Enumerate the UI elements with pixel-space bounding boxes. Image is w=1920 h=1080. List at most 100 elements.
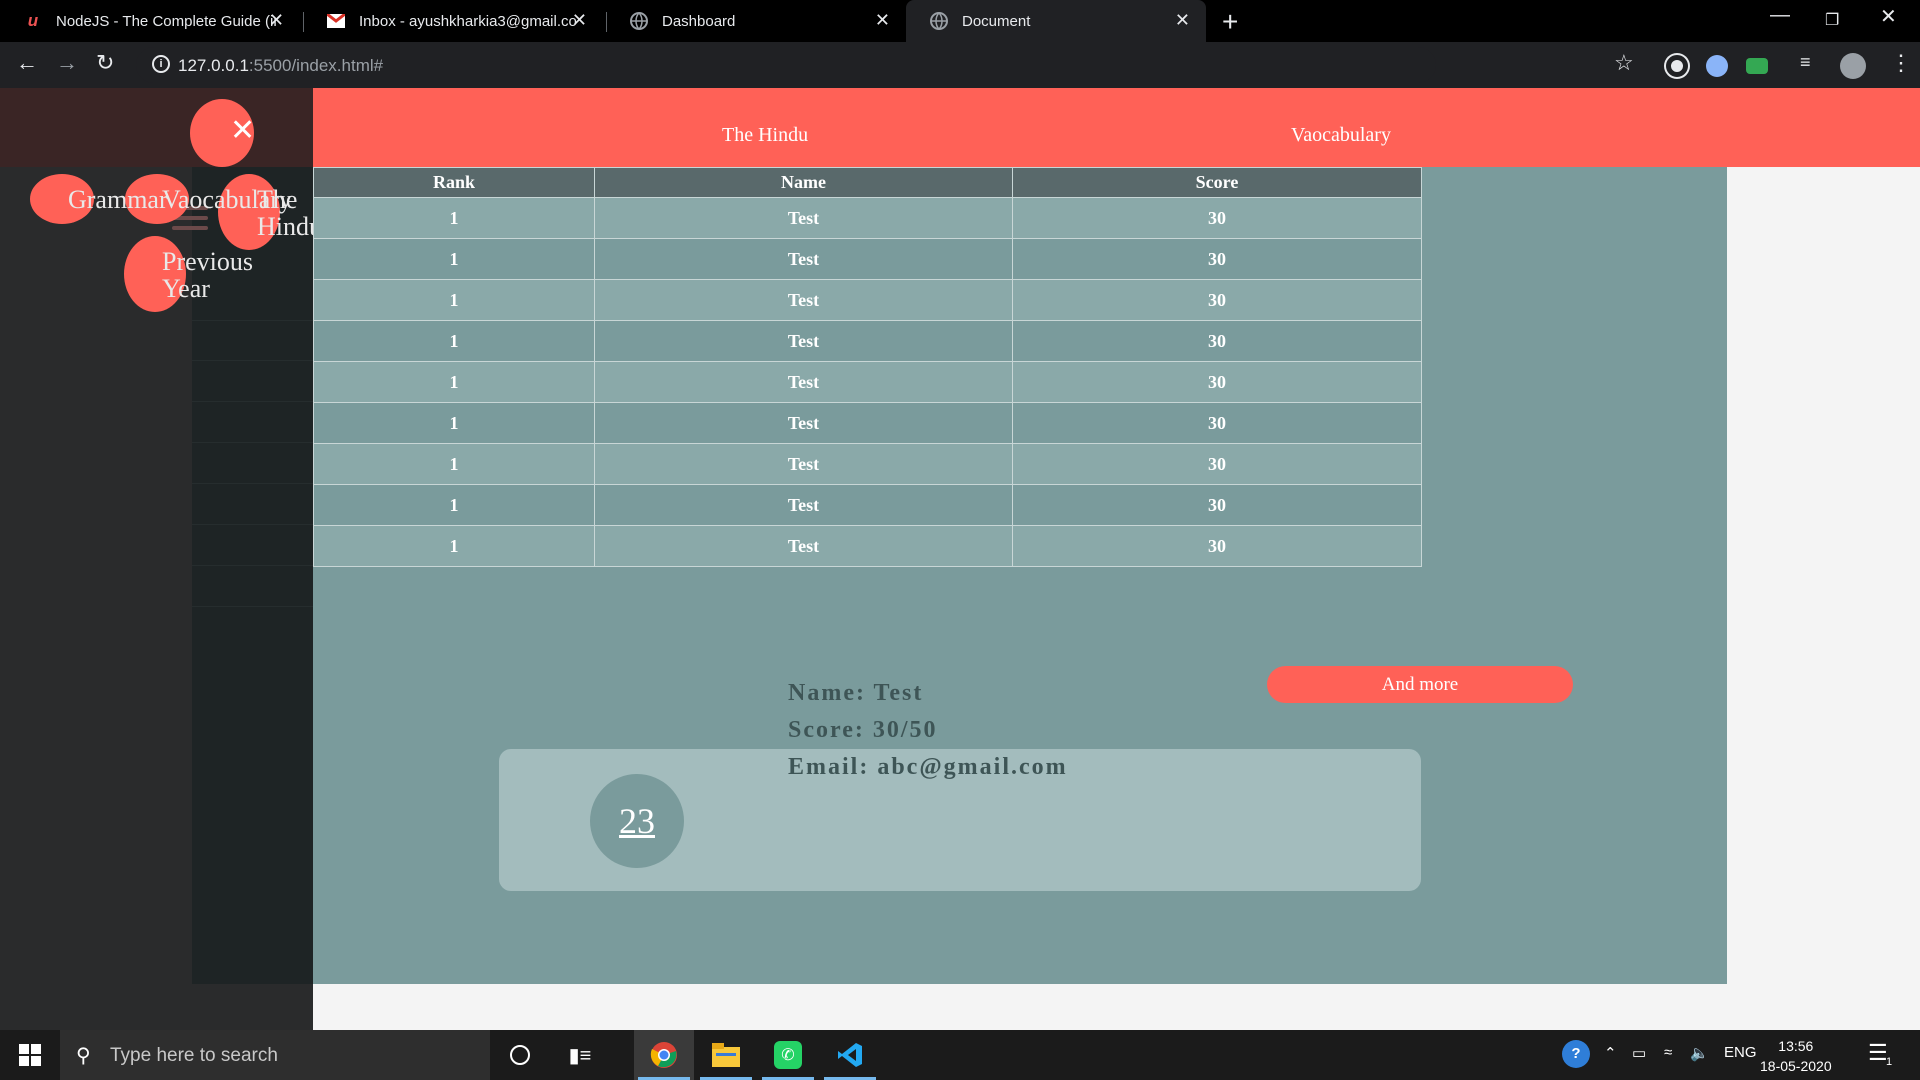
tray-chevron-icon[interactable]: ⌃ xyxy=(1604,1044,1617,1062)
score-cell: 30 xyxy=(1012,197,1422,239)
nav-link-the-hindu[interactable]: The Hindu xyxy=(722,124,808,147)
tab-title: NodeJS - The Complete Guide (in xyxy=(56,12,276,30)
rank-cell: 1 xyxy=(313,361,595,403)
rank-cell: 1 xyxy=(313,402,595,444)
language-indicator[interactable]: ENG xyxy=(1724,1044,1757,1061)
menu-item-grammar[interactable]: Grammar xyxy=(68,186,168,213)
minimize-icon[interactable]: — xyxy=(1770,4,1790,27)
name-cell: Test xyxy=(594,197,1013,239)
and-more-button[interactable]: And more xyxy=(1267,666,1573,703)
sidebar-header xyxy=(0,88,313,167)
extension-icon[interactable] xyxy=(1706,55,1728,77)
back-icon[interactable]: ← xyxy=(16,50,38,76)
windows-start-icon[interactable] xyxy=(0,1030,60,1080)
restore-icon[interactable]: ❐ xyxy=(1825,10,1839,30)
score-cell: 30 xyxy=(1012,443,1422,485)
window-close-icon[interactable]: ✕ xyxy=(1880,4,1897,29)
table-row: 1 Test 30 xyxy=(313,361,1422,403)
name-cell: Test xyxy=(594,402,1013,444)
clock-time: 13:56 xyxy=(1778,1038,1814,1054)
nav-link-vocabulary[interactable]: Vaocabulary xyxy=(1291,124,1391,147)
table-row: 1 Test 30 xyxy=(313,320,1422,362)
profile-avatar[interactable] xyxy=(1840,53,1866,79)
rank-cell: 1 xyxy=(313,443,595,485)
name-cell: Test xyxy=(594,279,1013,321)
header-name: Name xyxy=(594,167,1013,198)
name-cell: Test xyxy=(594,484,1013,526)
taskbar-search-box[interactable]: ⚲ Type here to search xyxy=(60,1030,490,1080)
rank-cell: 1 xyxy=(313,279,595,321)
forward-icon[interactable]: → xyxy=(56,50,78,76)
reload-icon[interactable]: ↻ xyxy=(96,50,114,76)
new-tab-icon[interactable]: + xyxy=(1222,6,1238,38)
wifi-icon[interactable]: ≈ xyxy=(1664,1044,1672,1061)
rank-cell: 1 xyxy=(313,197,595,239)
whatsapp-icon[interactable]: ✆ xyxy=(758,1030,818,1080)
tab-title: Document xyxy=(962,12,1031,30)
score-cell: 30 xyxy=(1012,484,1422,526)
media-control-icon[interactable]: ≡ xyxy=(1800,52,1822,74)
menu-item-the-hindu-line1[interactable]: The xyxy=(257,186,297,213)
chrome-taskbar-icon[interactable] xyxy=(634,1030,694,1080)
name-cell: Test xyxy=(594,443,1013,485)
udemy-icon: u xyxy=(27,11,39,30)
help-icon[interactable]: ? xyxy=(1562,1040,1590,1068)
url-text[interactable]: 127.0.0.1:5500/index.html# xyxy=(178,56,383,76)
clock-date: 18-05-2020 xyxy=(1760,1058,1832,1074)
tab-gmail[interactable]: Inbox - ayushkharkia3@gmail.co ✕ xyxy=(303,0,603,42)
rank-cell: 1 xyxy=(313,238,595,280)
tab-dashboard[interactable]: Dashboard ✕ xyxy=(606,0,906,42)
tab-document[interactable]: Document ✕ xyxy=(906,0,1206,42)
table-row: 1 Test 30 xyxy=(313,484,1422,526)
menu-kebab-icon[interactable]: ⋮ xyxy=(1890,50,1912,75)
score-cell: 30 xyxy=(1012,525,1422,567)
close-tab-icon[interactable]: ✕ xyxy=(1175,10,1190,31)
close-icon[interactable]: ✕ xyxy=(230,116,255,146)
header-rank: Rank xyxy=(313,167,595,198)
battery-icon[interactable]: ▭ xyxy=(1632,1044,1646,1062)
close-tab-icon[interactable]: ✕ xyxy=(269,10,284,31)
search-icon: ⚲ xyxy=(76,1045,91,1067)
top-navbar: The Hindu Vaocabulary xyxy=(313,88,1920,167)
profile-score: Score: 30/50 xyxy=(788,717,938,743)
name-cell: Test xyxy=(594,238,1013,280)
clock[interactable]: 13:56 18-05-2020 xyxy=(1760,1036,1832,1076)
table-header-row: Rank Name Score xyxy=(313,167,1422,198)
info-icon[interactable]: i xyxy=(152,55,170,73)
user-rank-link[interactable]: 23 xyxy=(590,774,684,868)
score-cell: 30 xyxy=(1012,238,1422,280)
cortana-icon[interactable] xyxy=(490,1030,550,1080)
leaderboard-table: Rank Name Score 1 Test 30 1 Test 30 1 Test 30 … xyxy=(313,167,1422,567)
browser-toolbar: ← → ↻ i 127.0.0.1:5500/index.html# ☆ ≡ ⋮ xyxy=(0,42,1920,88)
menu-item-previous-year-line1[interactable]: Previous xyxy=(162,248,253,275)
rank-cell: 1 xyxy=(313,484,595,526)
rank-cell: 1 xyxy=(313,525,595,567)
rank-cell: 1 xyxy=(313,320,595,362)
score-cell: 30 xyxy=(1012,402,1422,444)
tab-title: Dashboard xyxy=(662,12,736,30)
task-view-icon[interactable]: ▮≡ xyxy=(550,1030,610,1080)
vscode-icon[interactable] xyxy=(820,1030,880,1080)
menu-item-previous-year-line2[interactable]: Year xyxy=(162,275,210,302)
notification-icon[interactable]: ☰ xyxy=(1868,1040,1888,1066)
score-cell: 30 xyxy=(1012,320,1422,362)
extension-icon[interactable] xyxy=(1746,58,1768,74)
table-row: 1 Test 30 xyxy=(313,525,1422,567)
tab-title: Inbox - ayushkharkia3@gmail.co xyxy=(359,12,577,30)
table-row: 1 Test 30 xyxy=(313,279,1422,321)
tab-nodejs[interactable]: u NodeJS - The Complete Guide (in ✕ xyxy=(0,0,300,42)
address-bar[interactable]: i 127.0.0.1:5500/index.html# xyxy=(136,47,1436,83)
score-cell: 30 xyxy=(1012,279,1422,321)
extension-icon[interactable] xyxy=(1666,55,1688,77)
search-placeholder: Type here to search xyxy=(110,1045,278,1066)
globe-icon xyxy=(630,12,648,30)
volume-icon[interactable]: 🔈 xyxy=(1690,1044,1709,1062)
table-row: 1 Test 30 xyxy=(313,238,1422,280)
profile-name: Name: Test xyxy=(788,680,924,706)
close-tab-icon[interactable]: ✕ xyxy=(572,10,587,31)
gmail-icon xyxy=(327,12,345,30)
file-explorer-icon[interactable] xyxy=(696,1030,756,1080)
bookmark-star-icon[interactable]: ☆ xyxy=(1614,50,1634,76)
table-row: 1 Test 30 xyxy=(313,197,1422,239)
close-tab-icon[interactable]: ✕ xyxy=(875,10,890,31)
